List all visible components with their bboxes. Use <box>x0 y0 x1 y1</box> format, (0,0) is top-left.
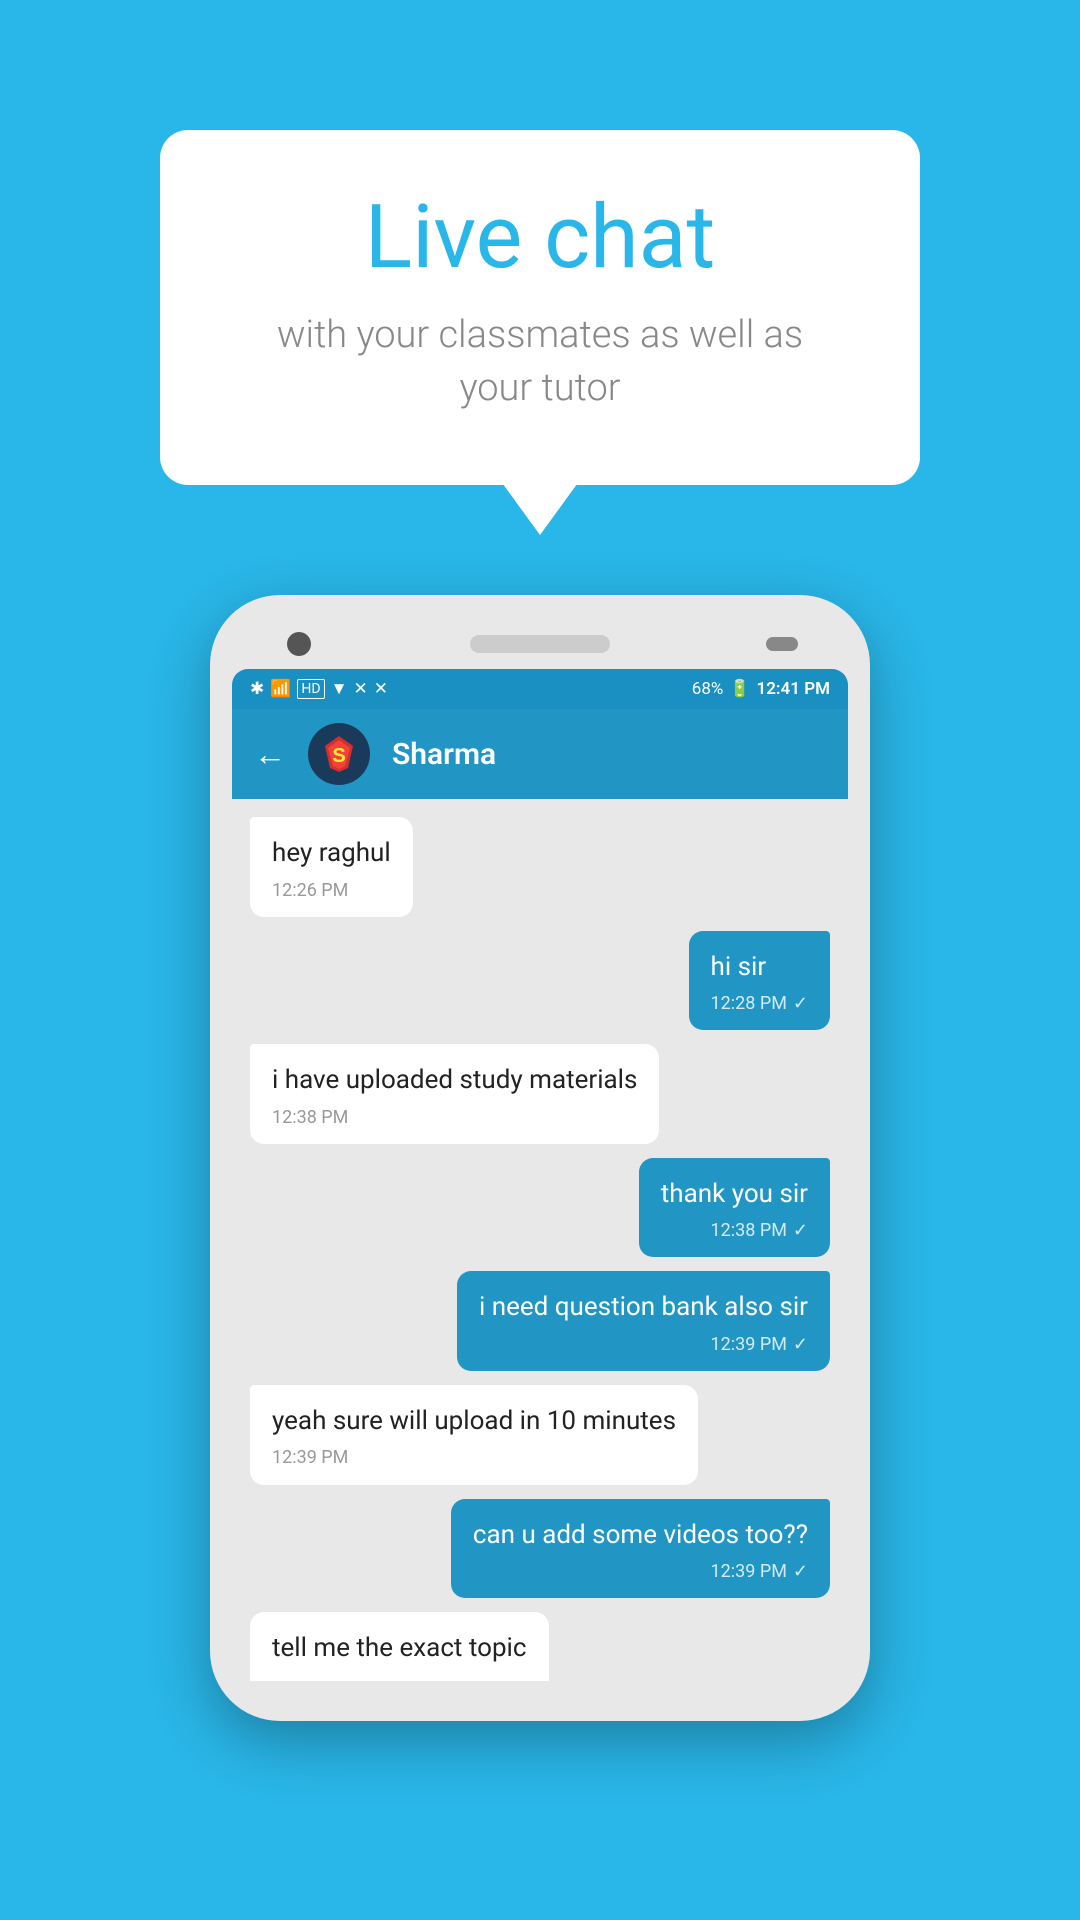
check-icon-2: ✓ <box>793 991 808 1016</box>
superman-logo-icon: S <box>315 730 363 778</box>
front-camera <box>287 632 311 656</box>
message-row-8: tell me the exact topic <box>250 1612 830 1680</box>
phone-screen: ✱ 📶 HD ▼ ✕ ✕ 68% 🔋 12:41 PM <box>232 669 848 1698</box>
battery-icon: 🔋 <box>729 679 750 699</box>
message-time-2: 12:28 PM✓ <box>711 991 808 1016</box>
message-row-3: i have uploaded study materials 12:38 PM <box>250 1044 830 1144</box>
message-text-5: i need question bank also sir <box>479 1289 808 1325</box>
speaker-grille <box>470 635 610 653</box>
wifi-icon: ▼ <box>331 679 348 699</box>
check-icon-4: ✓ <box>793 1218 808 1243</box>
chat-messages-area: hey raghul 12:26 PM hi sir 12:28 PM✓ i have … <box>232 799 848 1698</box>
message-text-3: i have uploaded study materials <box>272 1062 637 1098</box>
bubble-3: i have uploaded study materials 12:38 PM <box>250 1044 659 1144</box>
live-chat-title: Live chat <box>240 190 840 287</box>
phone-outer-shell: ✱ 📶 HD ▼ ✕ ✕ 68% 🔋 12:41 PM <box>210 595 870 1720</box>
message-time-6: 12:39 PM <box>272 1445 676 1470</box>
phone-top-area <box>232 617 848 669</box>
message-row-2: hi sir 12:28 PM✓ <box>250 931 830 1031</box>
contact-avatar: S <box>308 723 370 785</box>
message-time-3: 12:38 PM <box>272 1105 637 1130</box>
hd-badge: HD <box>297 679 324 699</box>
message-text-7: can u add some videos too?? <box>473 1517 808 1553</box>
bubble-7: can u add some videos too?? 12:39 PM✓ <box>451 1499 830 1599</box>
bubble-5: i need question bank also sir 12:39 PM✓ <box>457 1271 830 1371</box>
signal-icon: 📶 <box>270 679 291 699</box>
message-time-5: 12:39 PM✓ <box>479 1332 808 1357</box>
bluetooth-icon: ✱ <box>250 679 264 699</box>
message-time-7: 12:39 PM✓ <box>473 1559 808 1584</box>
bubble-8: tell me the exact topic <box>250 1612 549 1680</box>
message-row-7: can u add some videos too?? 12:39 PM✓ <box>250 1499 830 1599</box>
phone-button <box>766 637 798 651</box>
check-icon-5: ✓ <box>793 1332 808 1357</box>
network-icon: ✕ <box>353 679 367 699</box>
live-chat-subtitle: with your classmates as well as your tut… <box>240 309 840 415</box>
bubble-2: hi sir 12:28 PM✓ <box>689 931 830 1031</box>
bubble-1: hey raghul 12:26 PM <box>250 817 413 917</box>
phone-mockup: ✱ 📶 HD ▼ ✕ ✕ 68% 🔋 12:41 PM <box>210 595 870 1720</box>
message-row-6: yeah sure will upload in 10 minutes 12:39… <box>250 1385 830 1485</box>
network2-icon: ✕ <box>374 679 388 699</box>
check-icon-7: ✓ <box>793 1559 808 1584</box>
battery-percent: 68% <box>692 679 724 699</box>
status-right: 68% 🔋 12:41 PM <box>692 679 830 699</box>
message-text-6: yeah sure will upload in 10 minutes <box>272 1403 676 1439</box>
message-text-4: thank you sir <box>661 1176 808 1212</box>
status-bar: ✱ 📶 HD ▼ ✕ ✕ 68% 🔋 12:41 PM <box>232 669 848 709</box>
svg-text:S: S <box>332 745 345 767</box>
chat-app-header: ← S Sharma <box>232 709 848 799</box>
back-button[interactable]: ← <box>254 735 286 773</box>
message-time-4: 12:38 PM✓ <box>661 1218 808 1243</box>
message-row-5: i need question bank also sir 12:39 PM✓ <box>250 1271 830 1371</box>
status-left-icons: ✱ 📶 HD ▼ ✕ ✕ <box>250 679 388 699</box>
message-text-2: hi sir <box>711 949 808 985</box>
status-time: 12:41 PM <box>757 679 831 699</box>
message-row-4: thank you sir 12:38 PM✓ <box>250 1158 830 1258</box>
contact-name: Sharma <box>392 737 496 772</box>
bubble-6: yeah sure will upload in 10 minutes 12:39… <box>250 1385 698 1485</box>
message-time-1: 12:26 PM <box>272 878 391 903</box>
message-row-1: hey raghul 12:26 PM <box>250 817 830 917</box>
speech-bubble-card: Live chat with your classmates as well a… <box>160 130 920 485</box>
bubble-4: thank you sir 12:38 PM✓ <box>639 1158 830 1258</box>
message-text-1: hey raghul <box>272 835 391 871</box>
